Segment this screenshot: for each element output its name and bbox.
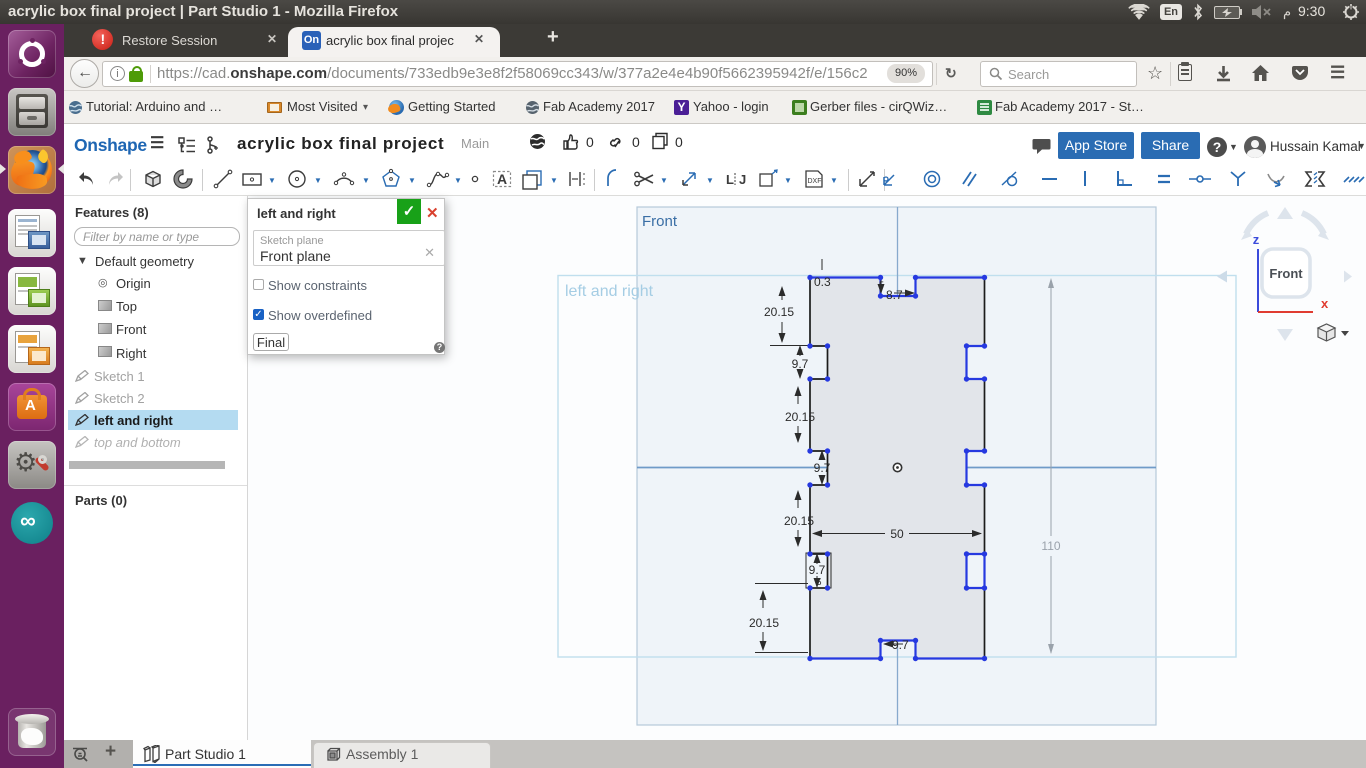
svg-text:9.7: 9.7 — [792, 357, 809, 371]
svg-text:20.15: 20.15 — [784, 514, 814, 528]
svg-text:Front: Front — [642, 213, 678, 230]
svg-text:x: x — [1321, 296, 1329, 311]
svg-text:9.7: 9.7 — [809, 563, 826, 577]
svg-text:5: 5 — [879, 280, 884, 290]
svg-text:110: 110 — [1041, 539, 1060, 553]
svg-text:L: L — [726, 172, 734, 187]
svg-text:9.7: 9.7 — [814, 461, 831, 475]
svg-text:0.3: 0.3 — [814, 275, 831, 289]
svg-text:50: 50 — [890, 527, 904, 541]
svg-text:5: 5 — [816, 577, 821, 587]
svg-text:left and right: left and right — [565, 283, 654, 300]
svg-text:9.7: 9.7 — [892, 638, 909, 652]
svg-text:J: J — [739, 172, 746, 187]
svg-text:A: A — [497, 171, 507, 187]
svg-text:DXF: DXF — [808, 178, 822, 185]
svg-text:z: z — [1253, 232, 1260, 247]
svg-text:Front: Front — [1269, 266, 1303, 281]
svg-text:20.15: 20.15 — [764, 305, 794, 319]
svg-text:20.15: 20.15 — [785, 410, 815, 424]
svg-text:20.15: 20.15 — [749, 616, 779, 630]
svg-text:8.7: 8.7 — [886, 288, 903, 302]
